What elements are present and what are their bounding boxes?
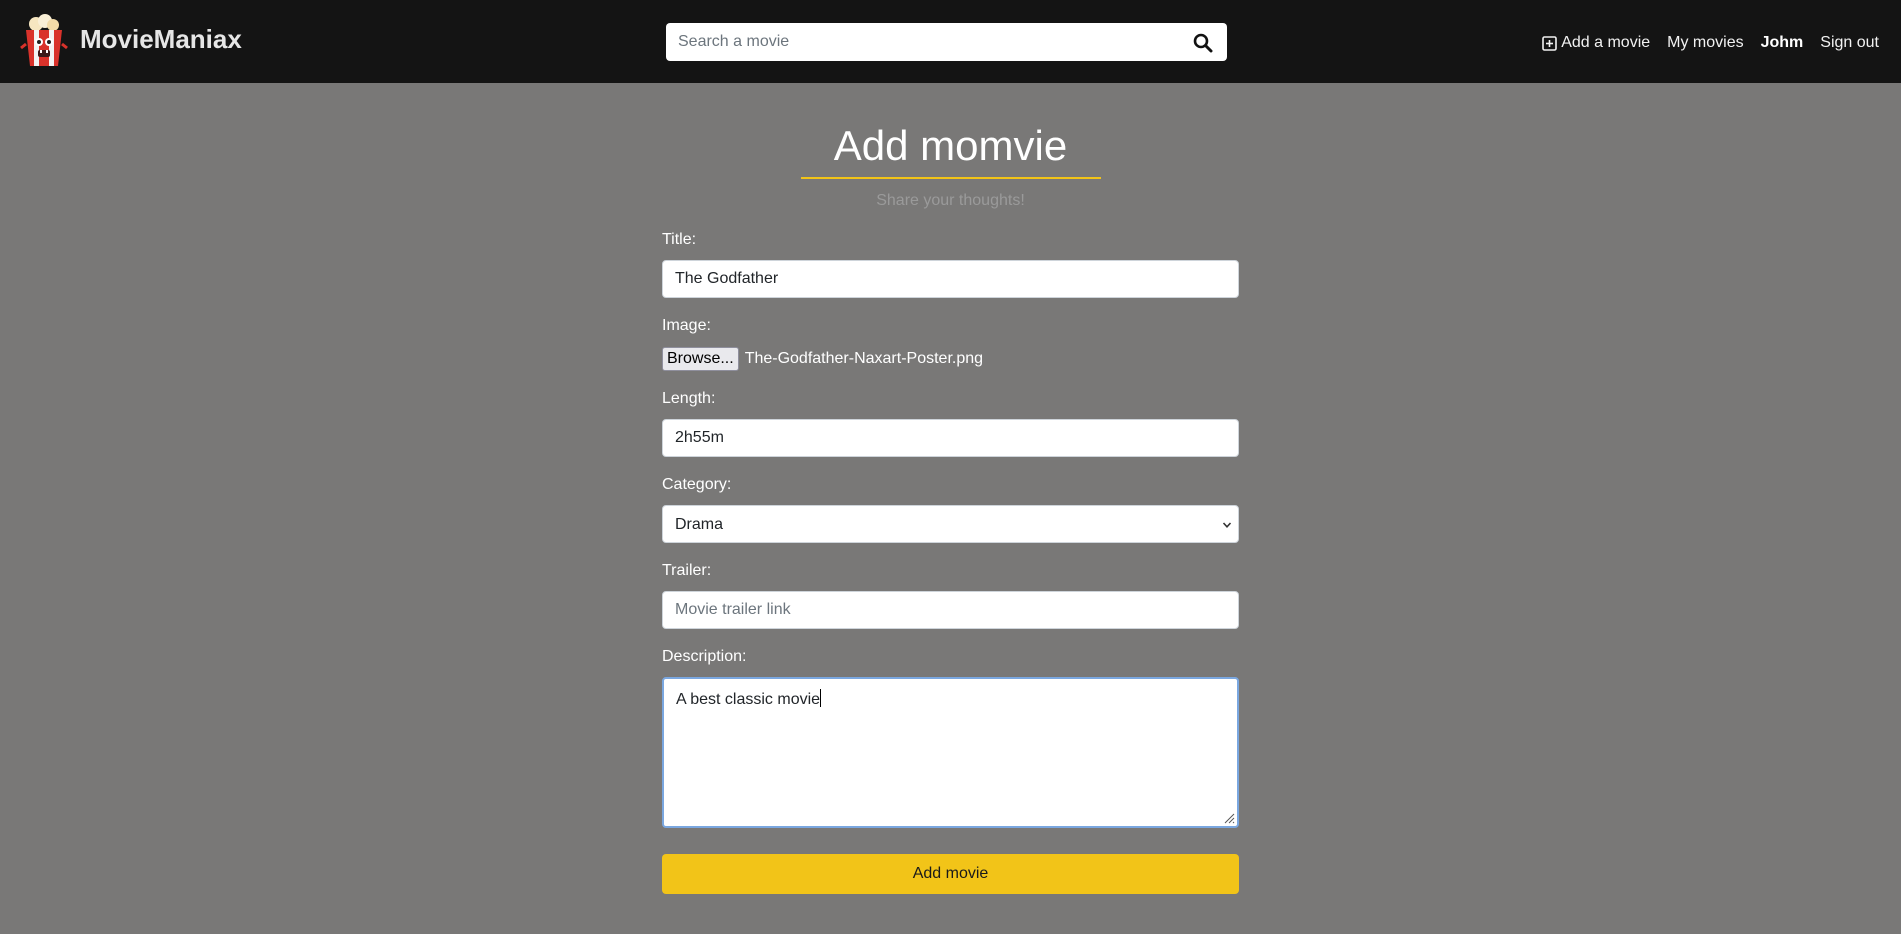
browse-button[interactable]: Browse... <box>662 347 739 371</box>
category-label: Category: <box>662 476 732 493</box>
resize-grip-icon[interactable] <box>1223 812 1235 824</box>
sign-out-link[interactable]: Sign out <box>1820 34 1879 52</box>
description-textarea[interactable]: A best classic movie <box>662 677 1239 828</box>
title-underline <box>801 177 1101 179</box>
plus-square-icon <box>1542 35 1558 51</box>
search-bar <box>666 23 1227 61</box>
length-label: Length: <box>662 390 716 407</box>
user-profile-link[interactable]: Johm <box>1761 34 1804 52</box>
page-title: Add momvie <box>833 122 1068 169</box>
search-icon[interactable] <box>1193 33 1213 53</box>
category-selected-value: Drama <box>675 516 724 533</box>
text-caret <box>820 689 822 707</box>
image-label: Image: <box>662 317 711 334</box>
title-input[interactable] <box>662 260 1239 298</box>
description-text: A best classic movie <box>676 691 821 708</box>
add-movie-label: Add a movie <box>1561 34 1651 51</box>
trailer-label: Trailer: <box>662 562 712 579</box>
category-select[interactable]: Drama <box>662 505 1239 543</box>
add-movie-button[interactable]: Add movie <box>662 854 1239 894</box>
length-input[interactable] <box>662 419 1239 457</box>
chevron-down-icon <box>1222 522 1232 528</box>
brand-name: MovieManiax <box>80 23 242 54</box>
description-label: Description: <box>662 648 747 665</box>
page-subtitle: Share your thoughts! <box>876 192 1025 209</box>
popcorn-mascot-icon <box>20 14 68 66</box>
nav-links: Add a movie My movies Johm Sign out <box>1525 32 1879 54</box>
add-movie-link[interactable]: Add a movie <box>1542 34 1650 52</box>
image-file-input: Browse... The-Godfather-Naxart-Poster.pn… <box>662 347 983 371</box>
trailer-input[interactable] <box>662 591 1239 629</box>
navbar: MovieManiax Add a movie My movies Johm S… <box>0 0 1901 83</box>
image-file-name: The-Godfather-Naxart-Poster.png <box>744 350 984 367</box>
my-movies-link[interactable]: My movies <box>1667 34 1743 52</box>
brand-link[interactable]: MovieManiax <box>20 14 242 70</box>
search-input[interactable] <box>666 23 1166 61</box>
title-label: Title: <box>662 231 697 248</box>
